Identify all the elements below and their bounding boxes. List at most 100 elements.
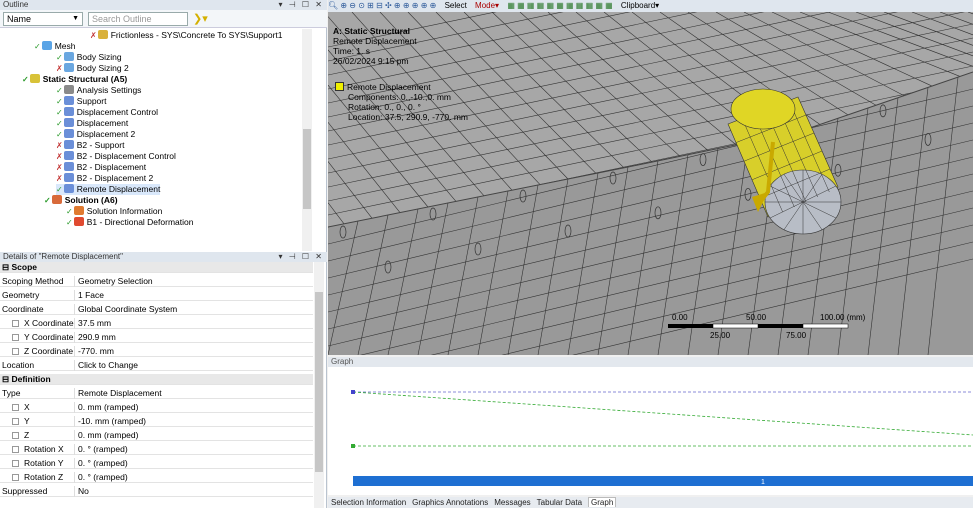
selection-filter-icons[interactable]: ▦ ▦ ▦ ▦ ▦ ▦ ▦ ▦ ▦ ▦ ▦ [507,1,612,10]
details-value[interactable]: 1 Face [78,290,104,301]
parameter-checkbox[interactable] [12,432,19,439]
check-mark-icon: ✓ [66,207,73,216]
tree-item[interactable]: ✗ Body Sizing 2 [56,63,129,74]
details-group-header[interactable]: ⊟ Scope [0,262,313,273]
parameter-checkbox[interactable] [12,460,19,467]
tree-item[interactable]: ✓ Analysis Settings [56,85,141,96]
details-row[interactable]: X Component 0. mm (ramped) [0,402,313,413]
details-scrollbar[interactable] [314,262,324,508]
tree-item[interactable]: ✓ B1 - Directional Deformation [66,217,193,228]
details-row[interactable]: X Coordinate 37.5 mm [0,318,313,329]
details-key: X Component [24,402,30,412]
parameter-checkbox[interactable] [12,404,19,411]
error-mark-icon: ✗ [56,163,63,172]
details-value[interactable]: No [78,486,89,497]
tree-item[interactable]: ✓ Support [56,96,106,107]
outline-scrollbar[interactable] [302,29,312,251]
details-row[interactable]: Type Remote Displacement [0,388,313,399]
tree-item[interactable]: ✓ Solution Information [66,206,162,217]
mode-button[interactable]: Mode▾ [475,1,499,10]
parameter-checkbox[interactable] [12,474,19,481]
tree-item-label: Displacement Control [76,107,158,117]
details-row[interactable]: Y Coordinate 290.9 mm [0,332,313,343]
details-row[interactable]: Geometry 1 Face [0,290,313,301]
select-button[interactable]: Select [445,1,467,10]
details-value[interactable]: -10. mm (ramped) [78,416,146,427]
tab-graph[interactable]: Graph [588,497,617,507]
tab-tabular-data[interactable]: Tabular Data [537,498,582,507]
timeline-bar[interactable] [353,476,973,486]
tree-item[interactable]: ✗ B2 - Displacement Control [56,151,176,162]
search-outline-input[interactable]: Search Outline [88,12,188,26]
object-name: Remote Displacement [333,36,417,46]
details-row[interactable]: Rotation Z 0. ° (ramped) [0,472,313,483]
scale-label-50: 50.00 [746,313,767,322]
details-row[interactable]: Z Component 0. mm (ramped) [0,430,313,441]
filter-icon[interactable]: ❯▾ [193,12,208,25]
details-key: Rotation X [24,444,64,454]
details-row[interactable]: Y Component -10. mm (ramped) [0,416,313,427]
tab-messages[interactable]: Messages [494,498,530,507]
details-group-header[interactable]: ⊟ Definition [0,374,313,385]
tab-graphics-annotations[interactable]: Graphics Annotations [412,498,488,507]
model-view[interactable]: 0.00 50.00 100.00 (mm) 25.00 75.00 [328,12,973,355]
details-value[interactable]: 0. ° (ramped) [78,444,128,455]
details-row[interactable]: Suppressed No [0,486,313,497]
details-row[interactable]: Location Click to Change [0,360,313,371]
tab-selection-information[interactable]: Selection Information [331,498,406,507]
tree-item[interactable]: ✓ Remote Displacement [56,184,161,195]
details-row[interactable]: Rotation X 0. ° (ramped) [0,444,313,455]
parameter-checkbox[interactable] [12,334,19,341]
outline-window-controls[interactable]: ▾ ⊣ ☐ ✕ [278,0,324,10]
error-mark-icon: ✗ [56,64,63,73]
parameter-checkbox[interactable] [12,320,19,327]
tree-item[interactable]: ✓ Displacement 2 [56,129,135,140]
parameter-checkbox[interactable] [12,446,19,453]
details-row[interactable]: Rotation Y 0. ° (ramped) [0,458,313,469]
details-key: Z Component [24,430,30,440]
details-value[interactable]: 0. ° (ramped) [78,458,128,469]
clipboard-button[interactable]: Clipboard▾ [621,1,659,10]
details-value[interactable]: 0. mm (ramped) [78,430,138,441]
tree-item[interactable]: ✗ Frictionless - SYS\Concrete To SYS\Supp… [90,30,283,41]
tree-item[interactable]: ✓ Static Structural (A5) [22,74,127,85]
details-value[interactable]: Global Coordinate System [78,304,177,315]
tree-item-label: B1 - Directional Deformation [86,217,194,227]
details-row[interactable]: Coordinate System Global Coordinate Syste… [0,304,313,315]
tree-item[interactable]: ✓ Displacement Control [56,107,158,118]
details-value[interactable]: Geometry Selection [78,276,153,287]
details-value[interactable]: 0. mm (ramped) [78,402,138,413]
tree-item[interactable]: ✗ B2 - Displacement 2 [56,173,153,184]
outline-filter-bar: Name ▼ Search Outline ❯▾ [0,10,327,28]
parameter-checkbox[interactable] [12,418,19,425]
graphics-toolbar: 🔍︎ ⊕ ⊖ ⊙ ⊞ ⊟ ✣ ⊕ ⊕ ⊕ ⊕ ⊕ Select Mode▾ ▦ … [328,0,973,12]
details-value[interactable]: Remote Displacement [78,388,162,399]
tree-item[interactable]: ✓ Body Sizing [56,52,122,63]
details-row[interactable]: Scoping Method Geometry Selection [0,276,313,287]
zoom-icons[interactable]: 🔍︎ ⊕ ⊖ ⊙ ⊞ ⊟ ✣ ⊕ ⊕ ⊕ ⊕ ⊕ [328,1,436,10]
details-value[interactable]: 0. ° (ramped) [78,472,128,483]
tree-item[interactable]: ✓ Displacement [56,118,128,129]
details-key: Definition [11,374,51,384]
graphics-viewport[interactable]: 0.00 50.00 100.00 (mm) 25.00 75.00 A: St… [328,12,973,355]
details-window-controls[interactable]: ▾ ⊣ ☐ ✕ [278,252,324,262]
details-value[interactable]: 37.5 mm [78,318,111,329]
name-filter-dropdown[interactable]: Name ▼ [3,12,83,26]
tree-item[interactable]: ✓ Solution (A6) [44,195,118,206]
details-key: Coordinate System [2,304,44,314]
outline-scroll-thumb[interactable] [303,129,311,209]
timeline-step-label: 1 [761,479,765,486]
tree-item[interactable]: ✓ Mesh [34,41,76,52]
legend-rotation: Rotation: 0., 0., 0. ° [348,102,421,112]
parameter-checkbox[interactable] [12,348,19,355]
tree-item-label: Body Sizing 2 [76,63,129,73]
details-value[interactable]: -770. mm [78,346,114,357]
details-value[interactable]: Click to Change [78,360,138,371]
error-mark-icon: ✗ [90,31,97,40]
graph-title-bar: Graph [328,357,973,367]
tree-item[interactable]: ✗ B2 - Displacement [56,162,146,173]
details-scroll-thumb[interactable] [315,292,323,472]
details-value[interactable]: 290.9 mm [78,332,116,343]
tree-item[interactable]: ✗ B2 - Support [56,140,124,151]
details-row[interactable]: Z Coordinate -770. mm [0,346,313,357]
